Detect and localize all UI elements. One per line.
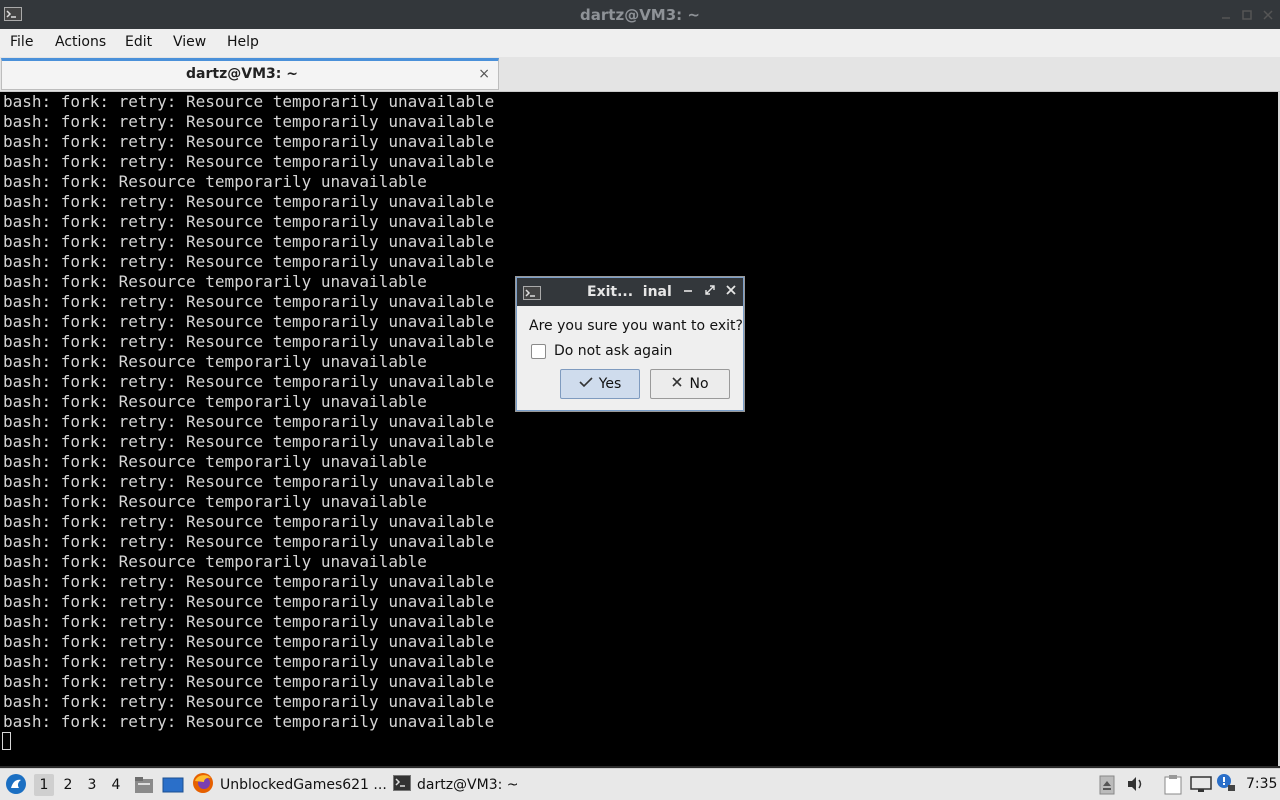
terminal-icon	[393, 775, 411, 795]
exit-dialog: Exit... inal Are you sure you want to ex…	[516, 277, 744, 411]
eject-icon[interactable]	[1099, 775, 1115, 799]
menu-help[interactable]: Help	[227, 34, 259, 50]
minimize-icon[interactable]	[1220, 7, 1232, 19]
terminal-line: bash: fork: retry: Resource temporarily …	[3, 212, 495, 231]
terminal-line: bash: fork: retry: Resource temporarily …	[3, 252, 495, 271]
terminal-line: bash: fork: retry: Resource temporarily …	[3, 432, 495, 451]
notification-icon[interactable]	[1216, 773, 1236, 797]
terminal-line: bash: fork: retry: Resource temporarily …	[3, 372, 495, 391]
workspace-2[interactable]: 2	[58, 774, 78, 796]
task-terminal-label: dartz@VM3: ~	[417, 777, 519, 793]
terminal-line: bash: fork: retry: Resource temporarily …	[3, 472, 495, 491]
terminal-line: bash: fork: retry: Resource temporarily …	[3, 92, 495, 111]
volume-icon[interactable]	[1126, 775, 1146, 797]
task-firefox[interactable]: UnblockedGames621 ...	[192, 772, 387, 798]
menu-actions[interactable]: Actions	[55, 34, 106, 50]
do-not-ask-label[interactable]: Do not ask again	[554, 343, 672, 359]
terminal-line: bash: fork: retry: Resource temporarily …	[3, 332, 495, 351]
terminal-line: bash: fork: Resource temporarily unavail…	[3, 392, 427, 411]
window-title: dartz@VM3: ~	[580, 6, 700, 24]
task-terminal[interactable]: dartz@VM3: ~	[393, 772, 519, 798]
x-icon	[671, 376, 683, 392]
terminal-line: bash: fork: retry: Resource temporarily …	[3, 232, 495, 251]
start-menu-icon[interactable]	[5, 773, 27, 799]
terminal-lines: bash: fork: retry: Resource temporarily …	[3, 92, 494, 732]
firefox-icon	[192, 772, 214, 798]
terminal-line: bash: fork: retry: Resource temporarily …	[3, 532, 495, 551]
dialog-close-icon[interactable]	[725, 284, 737, 300]
menu-view[interactable]: View	[173, 34, 206, 50]
window-titlebar[interactable]: dartz@VM3: ~	[0, 0, 1280, 29]
clipboard-icon[interactable]	[1163, 775, 1183, 799]
terminal-line: bash: fork: retry: Resource temporarily …	[3, 152, 495, 171]
menu-edit[interactable]: Edit	[125, 34, 152, 50]
yes-button[interactable]: Yes	[560, 369, 640, 399]
clock[interactable]: 7:35	[1246, 776, 1277, 792]
terminal-line: bash: fork: Resource temporarily unavail…	[3, 452, 427, 471]
tab-bar: dartz@VM3: ~ ×	[0, 57, 1280, 92]
close-window-icon[interactable]	[1262, 7, 1274, 20]
network-icon[interactable]	[1190, 775, 1212, 797]
terminal-line: bash: fork: retry: Resource temporarily …	[3, 712, 495, 731]
dialog-titlebar[interactable]: Exit... inal	[517, 278, 743, 306]
tab-terminal[interactable]: dartz@VM3: ~ ×	[1, 58, 499, 90]
menu-bar: File Actions Edit View Help	[0, 29, 1280, 57]
menu-file[interactable]: File	[10, 34, 33, 50]
terminal-line: bash: fork: retry: Resource temporarily …	[3, 592, 495, 611]
terminal-line: bash: fork: Resource temporarily unavail…	[3, 492, 427, 511]
terminal-line: bash: fork: retry: Resource temporarily …	[3, 612, 495, 631]
terminal-line: bash: fork: retry: Resource temporarily …	[3, 632, 495, 651]
terminal-line: bash: fork: retry: Resource temporarily …	[3, 312, 495, 331]
taskbar: 1 2 3 4 UnblockedGames621 ... dartz@VM3:…	[0, 768, 1280, 800]
yes-label: Yes	[598, 376, 622, 392]
terminal-line: bash: fork: retry: Resource temporarily …	[3, 132, 495, 151]
tab-close-icon[interactable]: ×	[478, 66, 490, 82]
desktop-icon[interactable]	[162, 776, 184, 798]
dialog-maximize-icon[interactable]	[704, 284, 716, 300]
do-not-ask-checkbox[interactable]	[531, 343, 546, 359]
tab-label: dartz@VM3: ~	[186, 66, 298, 82]
dialog-title: Exit... inal	[587, 284, 672, 300]
check-icon	[579, 376, 593, 392]
terminal-line: bash: fork: retry: Resource temporarily …	[3, 692, 495, 711]
maximize-icon[interactable]	[1241, 7, 1253, 20]
terminal-line: bash: fork: retry: Resource temporarily …	[3, 192, 495, 211]
terminal-line: bash: fork: Resource temporarily unavail…	[3, 352, 427, 371]
terminal-line: bash: fork: retry: Resource temporarily …	[3, 412, 495, 431]
workspace-4[interactable]: 4	[106, 774, 126, 796]
task-firefox-label: UnblockedGames621 ...	[220, 777, 387, 793]
file-manager-icon[interactable]	[134, 776, 154, 798]
terminal-line: bash: fork: retry: Resource temporarily …	[3, 652, 495, 671]
terminal-line: bash: fork: retry: Resource temporarily …	[3, 292, 495, 311]
terminal-icon	[523, 285, 541, 304]
terminal-output[interactable]: bash: fork: retry: Resource temporarily …	[0, 92, 1280, 766]
no-label: No	[689, 376, 709, 392]
dialog-question: Are you sure you want to exit?	[529, 318, 743, 334]
dialog-minimize-icon[interactable]	[683, 284, 693, 300]
terminal-line: bash: fork: Resource temporarily unavail…	[3, 272, 427, 291]
terminal-cursor	[2, 732, 11, 750]
terminal-line: bash: fork: Resource temporarily unavail…	[3, 172, 427, 191]
terminal-line: bash: fork: retry: Resource temporarily …	[3, 512, 495, 531]
terminal-line: bash: fork: retry: Resource temporarily …	[3, 572, 495, 591]
workspace-1[interactable]: 1	[34, 774, 54, 796]
no-button[interactable]: No	[650, 369, 730, 399]
workspace-3[interactable]: 3	[82, 774, 102, 796]
terminal-line: bash: fork: retry: Resource temporarily …	[3, 112, 495, 131]
terminal-line: bash: fork: Resource temporarily unavail…	[3, 552, 427, 571]
terminal-line: bash: fork: retry: Resource temporarily …	[3, 672, 495, 691]
